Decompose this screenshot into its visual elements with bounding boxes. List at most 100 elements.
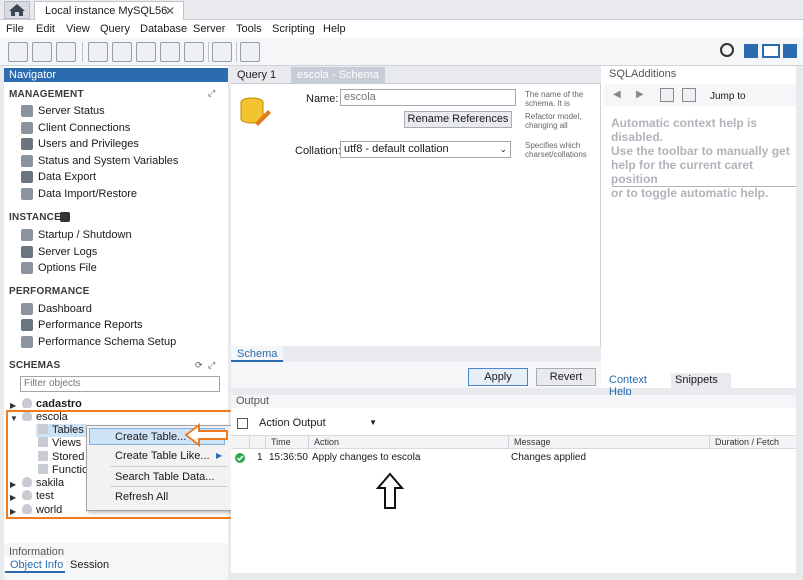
up-arrow-icon bbox=[376, 472, 404, 509]
open-sql-file-icon[interactable] bbox=[32, 42, 52, 62]
nav-users-privileges[interactable]: Users and Privileges bbox=[21, 137, 139, 151]
forward-icon[interactable]: ▶ bbox=[636, 89, 644, 100]
variables-icon bbox=[21, 155, 33, 167]
reports-icon bbox=[21, 319, 33, 331]
expand-icon[interactable]: ⤢ bbox=[208, 88, 215, 99]
collation-value: utf8 - default collation bbox=[344, 143, 449, 155]
row-time: 15:36:50 bbox=[269, 452, 308, 463]
left-border bbox=[0, 66, 4, 580]
navigator-title: Navigator bbox=[9, 69, 57, 81]
nav-item-label: Server Logs bbox=[38, 246, 98, 258]
nav-item-label: Performance Reports bbox=[38, 319, 143, 331]
menu-database[interactable]: Database bbox=[140, 23, 187, 35]
column-separator[interactable] bbox=[249, 436, 250, 449]
name-label: Name: bbox=[306, 93, 339, 105]
home-button[interactable] bbox=[4, 1, 30, 19]
tab-escola-schema[interactable]: escola - Schema bbox=[291, 67, 385, 84]
apply-button[interactable]: Apply bbox=[468, 368, 528, 386]
warning-icon bbox=[21, 246, 33, 258]
tab-snippets[interactable]: Snippets bbox=[671, 373, 731, 388]
col-action: Action bbox=[314, 437, 340, 447]
col-duration: Duration / Fetch bbox=[715, 437, 780, 447]
rename-references-button[interactable]: Rename References bbox=[404, 111, 512, 128]
nav-status-variables[interactable]: Status and System Variables bbox=[21, 154, 178, 168]
nav-data-export[interactable]: Data Export bbox=[21, 170, 96, 184]
connection-tab-title: Local instance MySQL56 bbox=[45, 5, 168, 17]
toggle-secondary-sidebar-icon[interactable] bbox=[783, 44, 797, 58]
revert-button[interactable]: Revert bbox=[536, 368, 596, 386]
tab-label: Session bbox=[70, 559, 110, 571]
toggle-auto-help-icon[interactable] bbox=[660, 88, 674, 102]
menu-server[interactable]: Server bbox=[193, 23, 225, 35]
client-connections-icon bbox=[21, 122, 33, 134]
create-schema-icon[interactable] bbox=[88, 42, 108, 62]
database-icon bbox=[22, 398, 32, 408]
subtab-schema[interactable]: Schema bbox=[231, 346, 283, 362]
menu-scripting[interactable]: Scripting bbox=[272, 23, 315, 35]
nav-dashboard[interactable]: Dashboard bbox=[21, 302, 92, 316]
tab-context-help[interactable]: Context Help bbox=[605, 373, 669, 398]
nav-item-label: Server Status bbox=[38, 105, 105, 117]
column-separator[interactable] bbox=[508, 436, 509, 449]
nav-options-file[interactable]: Options File bbox=[21, 261, 97, 275]
jump-to-label[interactable]: Jump to bbox=[710, 91, 746, 102]
copy-icon[interactable] bbox=[237, 418, 248, 429]
nav-startup-shutdown[interactable]: Startup / Shutdown bbox=[21, 228, 132, 242]
manual-help-icon[interactable] bbox=[682, 88, 696, 102]
create-table-icon[interactable] bbox=[112, 42, 132, 62]
column-separator[interactable] bbox=[709, 436, 710, 449]
output-splitter[interactable] bbox=[231, 388, 796, 395]
toggle-output-icon[interactable] bbox=[762, 44, 780, 58]
tab-session[interactable]: Session bbox=[65, 558, 115, 573]
left-arrow-icon bbox=[184, 422, 228, 448]
schema-filter-input[interactable]: Filter objects bbox=[20, 376, 220, 392]
nav-data-import[interactable]: Data Import/Restore bbox=[21, 187, 137, 201]
connection-tab[interactable]: Local instance MySQL56 ✕ bbox=[34, 1, 184, 20]
refresh-icon[interactable]: ⟳ bbox=[195, 360, 203, 371]
nav-item-label: Client Connections bbox=[38, 122, 131, 134]
nav-server-status[interactable]: Server Status bbox=[21, 104, 105, 118]
help-line: Use the toolbar to manually get bbox=[611, 144, 790, 158]
nav-performance-reports[interactable]: Performance Reports bbox=[21, 318, 143, 332]
reconnect-icon[interactable] bbox=[240, 42, 260, 62]
tab-query-1[interactable]: Query 1 bbox=[231, 67, 289, 84]
expand-icon[interactable]: ⤢ bbox=[208, 360, 215, 371]
schema-icon bbox=[240, 97, 271, 126]
expand-arrow-icon[interactable]: ▶ bbox=[10, 401, 16, 410]
create-view-icon[interactable] bbox=[136, 42, 156, 62]
output-type-select[interactable]: Action Output ▼ bbox=[257, 416, 379, 432]
success-icon bbox=[235, 453, 245, 463]
new-sql-tab-icon[interactable] bbox=[8, 42, 28, 62]
create-function-icon[interactable] bbox=[184, 42, 204, 62]
menu-view[interactable]: View bbox=[66, 23, 90, 35]
name-hint-4: changing all bbox=[525, 121, 568, 130]
nav-item-label: Dashboard bbox=[38, 303, 92, 315]
wrench-icon bbox=[21, 262, 33, 274]
menu-tools[interactable]: Tools bbox=[236, 23, 262, 35]
column-separator[interactable] bbox=[265, 436, 266, 449]
menu-edit[interactable]: Edit bbox=[36, 23, 55, 35]
column-separator[interactable] bbox=[308, 436, 309, 449]
tab-label: Query 1 bbox=[237, 69, 277, 81]
info-icon[interactable] bbox=[56, 42, 76, 62]
toggle-sidebar-icon[interactable] bbox=[744, 44, 758, 58]
tab-object-info[interactable]: Object Info bbox=[5, 558, 65, 573]
menu-help[interactable]: Help bbox=[323, 23, 346, 35]
help-line: Automatic context help is disabled. bbox=[611, 116, 758, 144]
bottom-border bbox=[231, 573, 796, 580]
schema-name-input[interactable]: escola bbox=[340, 89, 516, 106]
back-icon[interactable]: ◀ bbox=[613, 89, 621, 100]
users-icon bbox=[21, 138, 33, 150]
menu-query[interactable]: Query bbox=[100, 23, 130, 35]
create-procedure-icon[interactable] bbox=[160, 42, 180, 62]
collation-select[interactable]: utf8 - default collation ⌄ bbox=[340, 141, 511, 158]
nav-client-connections[interactable]: Client Connections bbox=[21, 121, 130, 135]
name-hint-1: The name of the bbox=[525, 90, 584, 99]
menu-file[interactable]: File bbox=[6, 23, 24, 35]
settings-icon[interactable] bbox=[720, 43, 734, 57]
nav-server-logs[interactable]: Server Logs bbox=[21, 245, 97, 259]
search-table-data-icon[interactable] bbox=[212, 42, 232, 62]
nav-performance-schema-setup[interactable]: Performance Schema Setup bbox=[21, 335, 176, 349]
row-index: 1 bbox=[257, 452, 263, 463]
close-icon[interactable]: ✕ bbox=[165, 4, 175, 18]
